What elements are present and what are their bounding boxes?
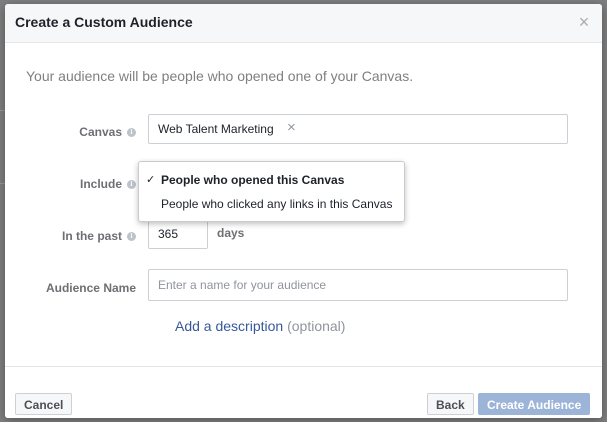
include-dropdown-menu: ✓ People who opened this Canvas People w… [138, 161, 405, 222]
optional-text: (optional) [287, 318, 346, 334]
canvas-token: Web Talent Marketing [158, 122, 274, 136]
canvas-field[interactable]: Web Talent Marketing × [148, 114, 568, 144]
dialog-header: Create a Custom Audience × [5, 4, 602, 43]
audience-name-label: Audience Name [46, 281, 136, 295]
check-icon: ✓ [146, 174, 156, 186]
add-description: Add a description (optional) [175, 318, 345, 334]
days-value: 365 [158, 227, 179, 241]
dialog-footer: Cancel Back Create Audience [5, 366, 602, 418]
include-option-label: People who clicked any links in this Can… [161, 197, 393, 211]
audience-name-label-text: Audience Name [45, 281, 136, 295]
create-audience-dialog: Create a Custom Audience × Your audience… [5, 4, 602, 418]
info-icon[interactable]: i [127, 127, 136, 137]
audience-name-placeholder: Enter a name for your audience [158, 278, 327, 292]
canvas-label: Canvas i [79, 125, 136, 139]
create-audience-button[interactable]: Create Audience [478, 393, 591, 415]
back-button[interactable]: Back [427, 393, 474, 415]
include-option-label: People who opened this Canvas [161, 173, 345, 187]
info-icon[interactable]: i [127, 179, 136, 189]
canvas-label-text: Canvas [79, 125, 122, 139]
audience-name-input[interactable]: Enter a name for your audience [148, 269, 568, 301]
close-icon[interactable]: × [576, 12, 592, 32]
in-the-past-label-text: In the past [61, 229, 122, 243]
remove-token-icon[interactable]: × [287, 119, 296, 136]
dialog-title: Create a Custom Audience [15, 14, 193, 30]
add-description-link[interactable]: Add a description [175, 318, 283, 334]
info-icon[interactable]: i [127, 231, 136, 241]
cancel-button[interactable]: Cancel [15, 393, 73, 415]
include-label: Include i [80, 177, 136, 191]
in-the-past-label: In the past i [62, 229, 136, 243]
include-label-text: Include [79, 177, 122, 191]
intro-text: Your audience will be people who opened … [26, 68, 414, 84]
days-unit-label: days [217, 226, 245, 240]
